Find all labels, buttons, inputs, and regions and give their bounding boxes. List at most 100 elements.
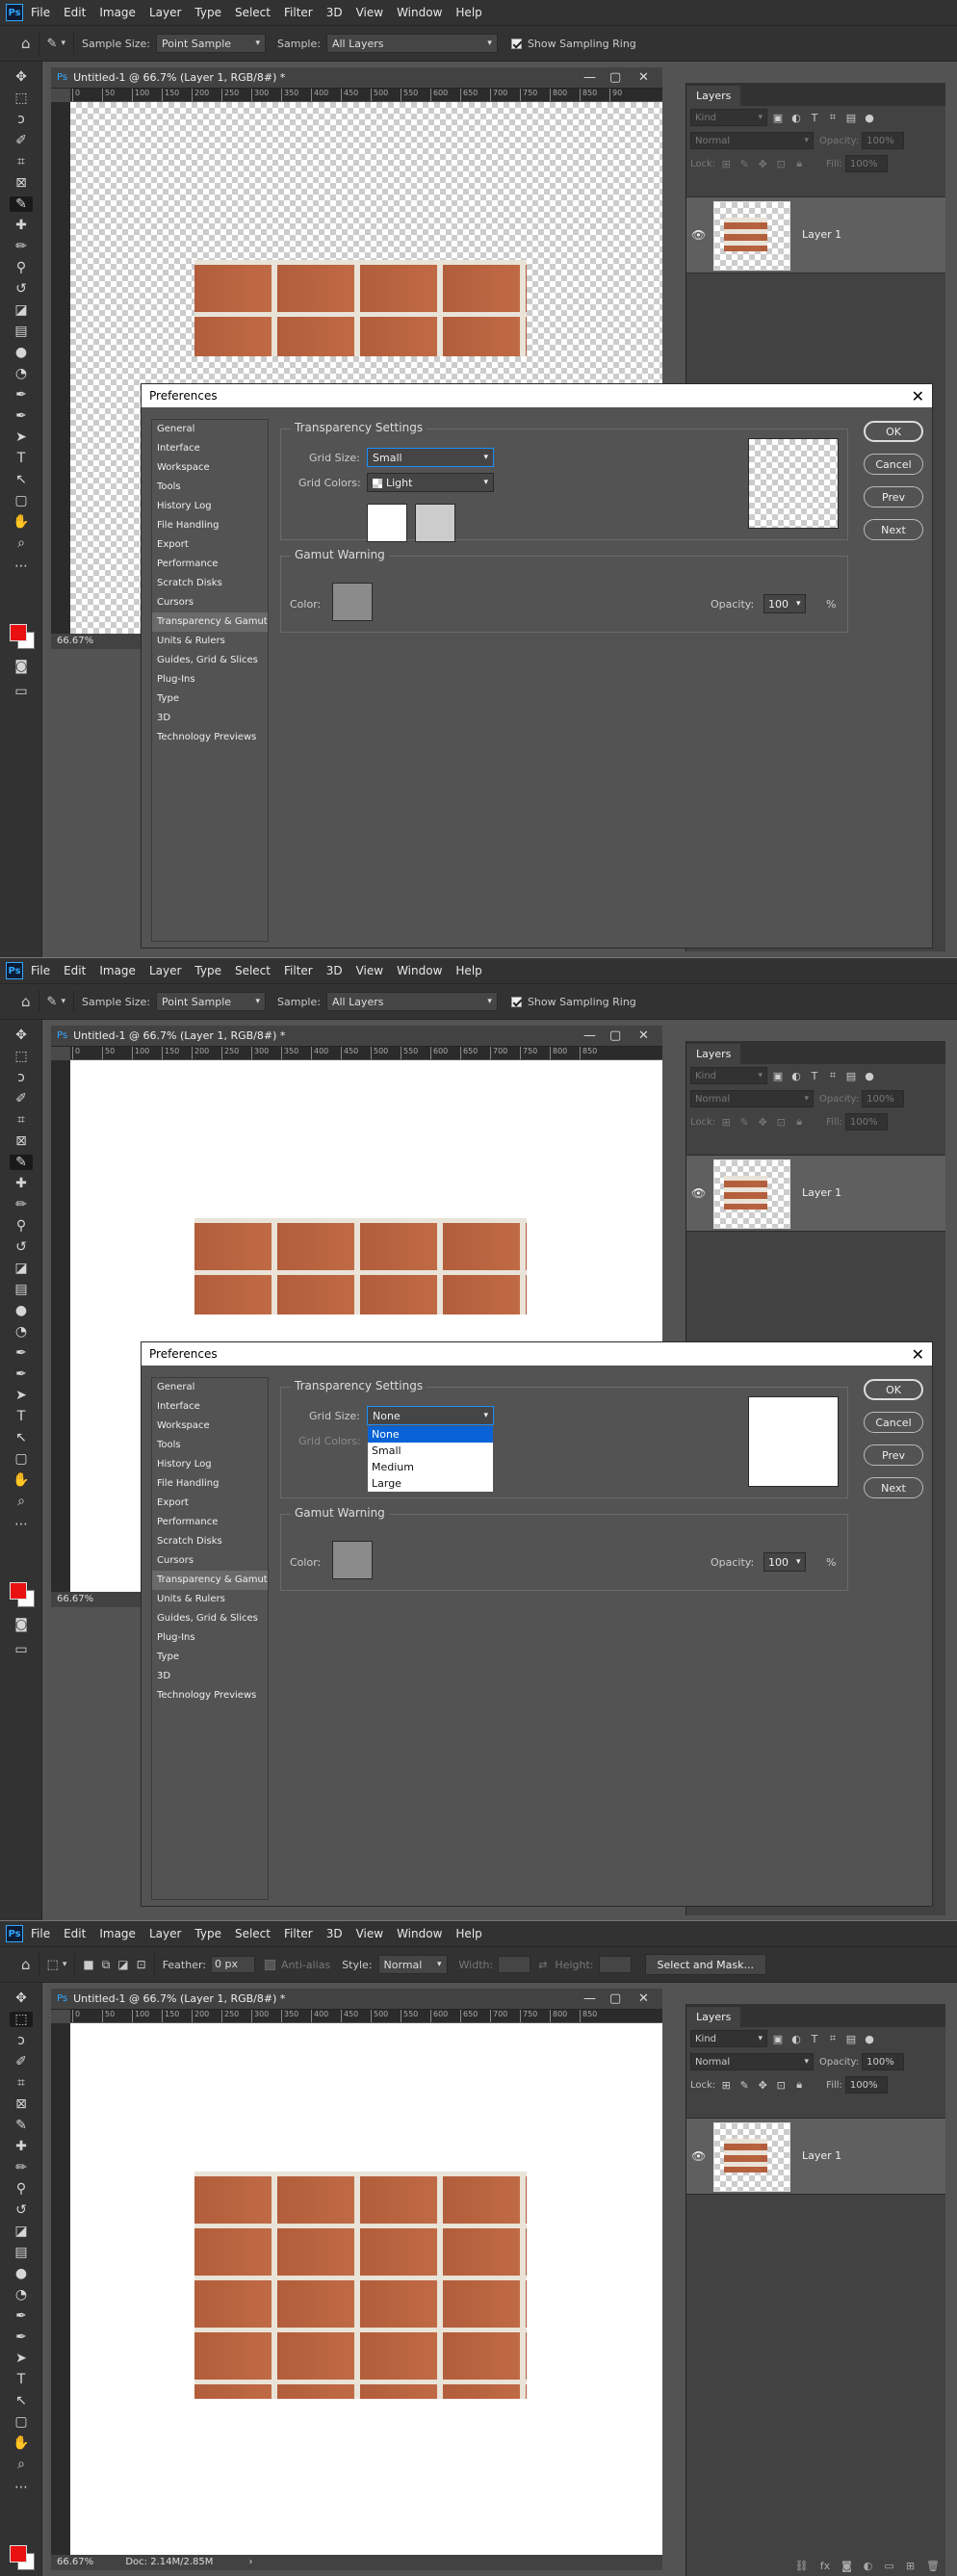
home-icon[interactable]: ⌂ bbox=[21, 1956, 31, 1973]
lock-artboard-icon[interactable]: ⊡ bbox=[773, 158, 789, 170]
zoom-icon[interactable]: ⌕ bbox=[10, 2457, 33, 2472]
lock-image-icon[interactable]: ✎ bbox=[737, 1116, 752, 1129]
gamut-opacity-input[interactable]: 100 ▾ bbox=[763, 594, 806, 613]
crop-icon[interactable]: ⌗ bbox=[10, 154, 33, 169]
lock-transparent-icon[interactable]: ⊞ bbox=[718, 158, 734, 170]
gamut-opacity-input[interactable]: 100 ▾ bbox=[763, 1552, 806, 1572]
kind-filter-select[interactable]: Kind ▾ bbox=[690, 2030, 767, 2047]
crop-icon[interactable]: ⌗ bbox=[10, 2075, 33, 2091]
prev-button[interactable]: Prev bbox=[864, 486, 923, 507]
path-select-icon[interactable]: ➤ bbox=[10, 1388, 33, 1403]
shape-filter-icon[interactable]: ⌗ bbox=[825, 1069, 841, 1082]
layer-row[interactable]: 👁︎ Layer 1 bbox=[686, 1155, 945, 1232]
menu-layer[interactable]: Layer bbox=[149, 1927, 181, 1940]
path-select-icon[interactable]: ➤ bbox=[10, 2351, 33, 2366]
quick-mask-icon[interactable]: ◙ bbox=[10, 659, 33, 674]
nav-units-rulers[interactable]: Units & Rulers bbox=[152, 632, 268, 651]
ok-button[interactable]: OK bbox=[864, 1379, 923, 1400]
type-filter-icon[interactable]: T bbox=[807, 1070, 822, 1082]
layer-name[interactable]: Layer 1 bbox=[802, 2149, 841, 2162]
quick-select-icon[interactable]: ✐ bbox=[10, 2054, 33, 2069]
pen-icon[interactable]: ✒ bbox=[10, 1366, 33, 1382]
sampling-ring-checkbox[interactable] bbox=[510, 996, 522, 1007]
chevron-down-icon[interactable]: ▾ bbox=[61, 39, 65, 48]
tab-layers[interactable]: Layers bbox=[686, 86, 741, 106]
layer-name[interactable]: Layer 1 bbox=[802, 228, 841, 241]
sample-select[interactable]: All Layers ▾ bbox=[325, 34, 498, 53]
sample-size-select[interactable]: Point Sample ▾ bbox=[156, 992, 266, 1011]
stamp-icon[interactable]: ⚲ bbox=[10, 2181, 33, 2197]
move-icon[interactable]: ✥ bbox=[10, 69, 33, 85]
smart-filter-icon[interactable]: ▤ bbox=[843, 2033, 859, 2045]
menu-image[interactable]: Image bbox=[99, 1927, 136, 1940]
maximize-icon[interactable]: ▢ bbox=[609, 70, 621, 85]
antialias-checkbox[interactable] bbox=[265, 1959, 276, 1970]
lock-image-icon[interactable]: ✎ bbox=[737, 158, 752, 170]
home-icon[interactable]: ⌂ bbox=[21, 993, 31, 1010]
healing-icon[interactable]: ✚ bbox=[10, 1176, 33, 1191]
dodge-icon[interactable]: ◔ bbox=[10, 2287, 33, 2303]
close-icon[interactable]: ✕ bbox=[912, 1345, 924, 1364]
nav-cursors[interactable]: Cursors bbox=[152, 1551, 268, 1571]
gamut-color-swatch[interactable] bbox=[332, 1541, 373, 1579]
shape-filter-icon[interactable]: ⌗ bbox=[825, 111, 841, 124]
nav-3d[interactable]: 3D bbox=[152, 1667, 268, 1686]
image-filter-icon[interactable]: ▣ bbox=[770, 112, 786, 124]
menu-filter[interactable]: Filter bbox=[284, 1927, 313, 1940]
nav-performance[interactable]: Performance bbox=[152, 1513, 268, 1532]
close-icon[interactable]: ✕ bbox=[638, 1028, 649, 1043]
menu-3d[interactable]: 3D bbox=[326, 1927, 343, 1940]
nav-transparency-gamut[interactable]: Transparency & Gamut bbox=[152, 612, 268, 632]
grid-size-option-medium[interactable]: Medium bbox=[368, 1459, 493, 1475]
history-brush-icon[interactable]: ↺ bbox=[10, 1239, 33, 1255]
lasso-icon[interactable]: ↄ bbox=[10, 112, 33, 127]
menu-layer[interactable]: Layer bbox=[149, 6, 181, 19]
opacity-field[interactable]: 100% bbox=[862, 2053, 905, 2070]
more-icon[interactable]: ⋯ bbox=[10, 2480, 33, 2495]
fx-icon[interactable]: fx bbox=[820, 2560, 830, 2572]
menu-3d[interactable]: 3D bbox=[326, 6, 343, 19]
blur-icon[interactable]: ● bbox=[10, 2266, 33, 2281]
blur-icon[interactable]: ● bbox=[10, 1303, 33, 1318]
move-icon[interactable]: ✥ bbox=[10, 1028, 33, 1043]
more-icon[interactable]: ⋯ bbox=[10, 1517, 33, 1532]
healing-icon[interactable]: ✚ bbox=[10, 218, 33, 233]
grid-size-option-large[interactable]: Large bbox=[368, 1475, 493, 1492]
tab-layers[interactable]: Layers bbox=[686, 2007, 741, 2027]
lock-transparent-icon[interactable]: ⊞ bbox=[718, 2079, 734, 2092]
eraser-icon[interactable]: ◪ bbox=[10, 1261, 33, 1276]
path-select-icon[interactable]: ↖ bbox=[10, 472, 33, 487]
menu-type[interactable]: Type bbox=[194, 6, 221, 19]
menu-file[interactable]: File bbox=[31, 964, 50, 977]
menu-type[interactable]: Type bbox=[194, 964, 221, 977]
next-button[interactable]: Next bbox=[864, 519, 923, 540]
nav-cursors[interactable]: Cursors bbox=[152, 593, 268, 612]
smart-filter-icon[interactable]: ▤ bbox=[843, 1070, 859, 1082]
layer-name[interactable]: Layer 1 bbox=[802, 1186, 841, 1199]
cancel-button[interactable]: Cancel bbox=[864, 1412, 923, 1433]
lock-artboard-icon[interactable]: ⊡ bbox=[773, 1116, 789, 1129]
nav-workspace[interactable]: Workspace bbox=[152, 1417, 268, 1436]
rectangle-icon[interactable]: ▢ bbox=[10, 1451, 33, 1467]
eyedropper-icon[interactable]: ✎ bbox=[47, 995, 58, 1009]
eye-icon[interactable]: 👁︎ bbox=[691, 2149, 706, 2163]
menu-file[interactable]: File bbox=[31, 6, 50, 19]
more-icon[interactable]: ⋯ bbox=[10, 559, 33, 574]
blend-mode-select[interactable]: Normal ▾ bbox=[690, 132, 814, 149]
adjust-filter-icon[interactable]: ◐ bbox=[789, 112, 804, 124]
lasso-icon[interactable]: ↄ bbox=[10, 1070, 33, 1085]
gradient-icon[interactable]: ▤ bbox=[10, 324, 33, 339]
menu-view[interactable]: View bbox=[356, 964, 383, 977]
subtract-selection-icon[interactable]: ◪ bbox=[117, 1958, 128, 1971]
lock-image-icon[interactable]: ✎ bbox=[737, 2079, 752, 2092]
foreground-color-swatch[interactable] bbox=[10, 624, 27, 641]
zoom-icon[interactable]: ⌕ bbox=[10, 1494, 33, 1509]
width-input[interactable] bbox=[498, 1956, 531, 1973]
rectangle-icon[interactable]: ▢ bbox=[10, 2414, 33, 2430]
nav-general[interactable]: General bbox=[152, 420, 268, 439]
nav-tools[interactable]: Tools bbox=[152, 1436, 268, 1455]
grid-size-option-none[interactable]: None bbox=[368, 1426, 493, 1443]
pen-icon[interactable]: ✒ bbox=[10, 408, 33, 424]
marquee-icon[interactable]: ⬚ bbox=[10, 1049, 33, 1064]
dodge-icon[interactable]: ◔ bbox=[10, 1324, 33, 1340]
